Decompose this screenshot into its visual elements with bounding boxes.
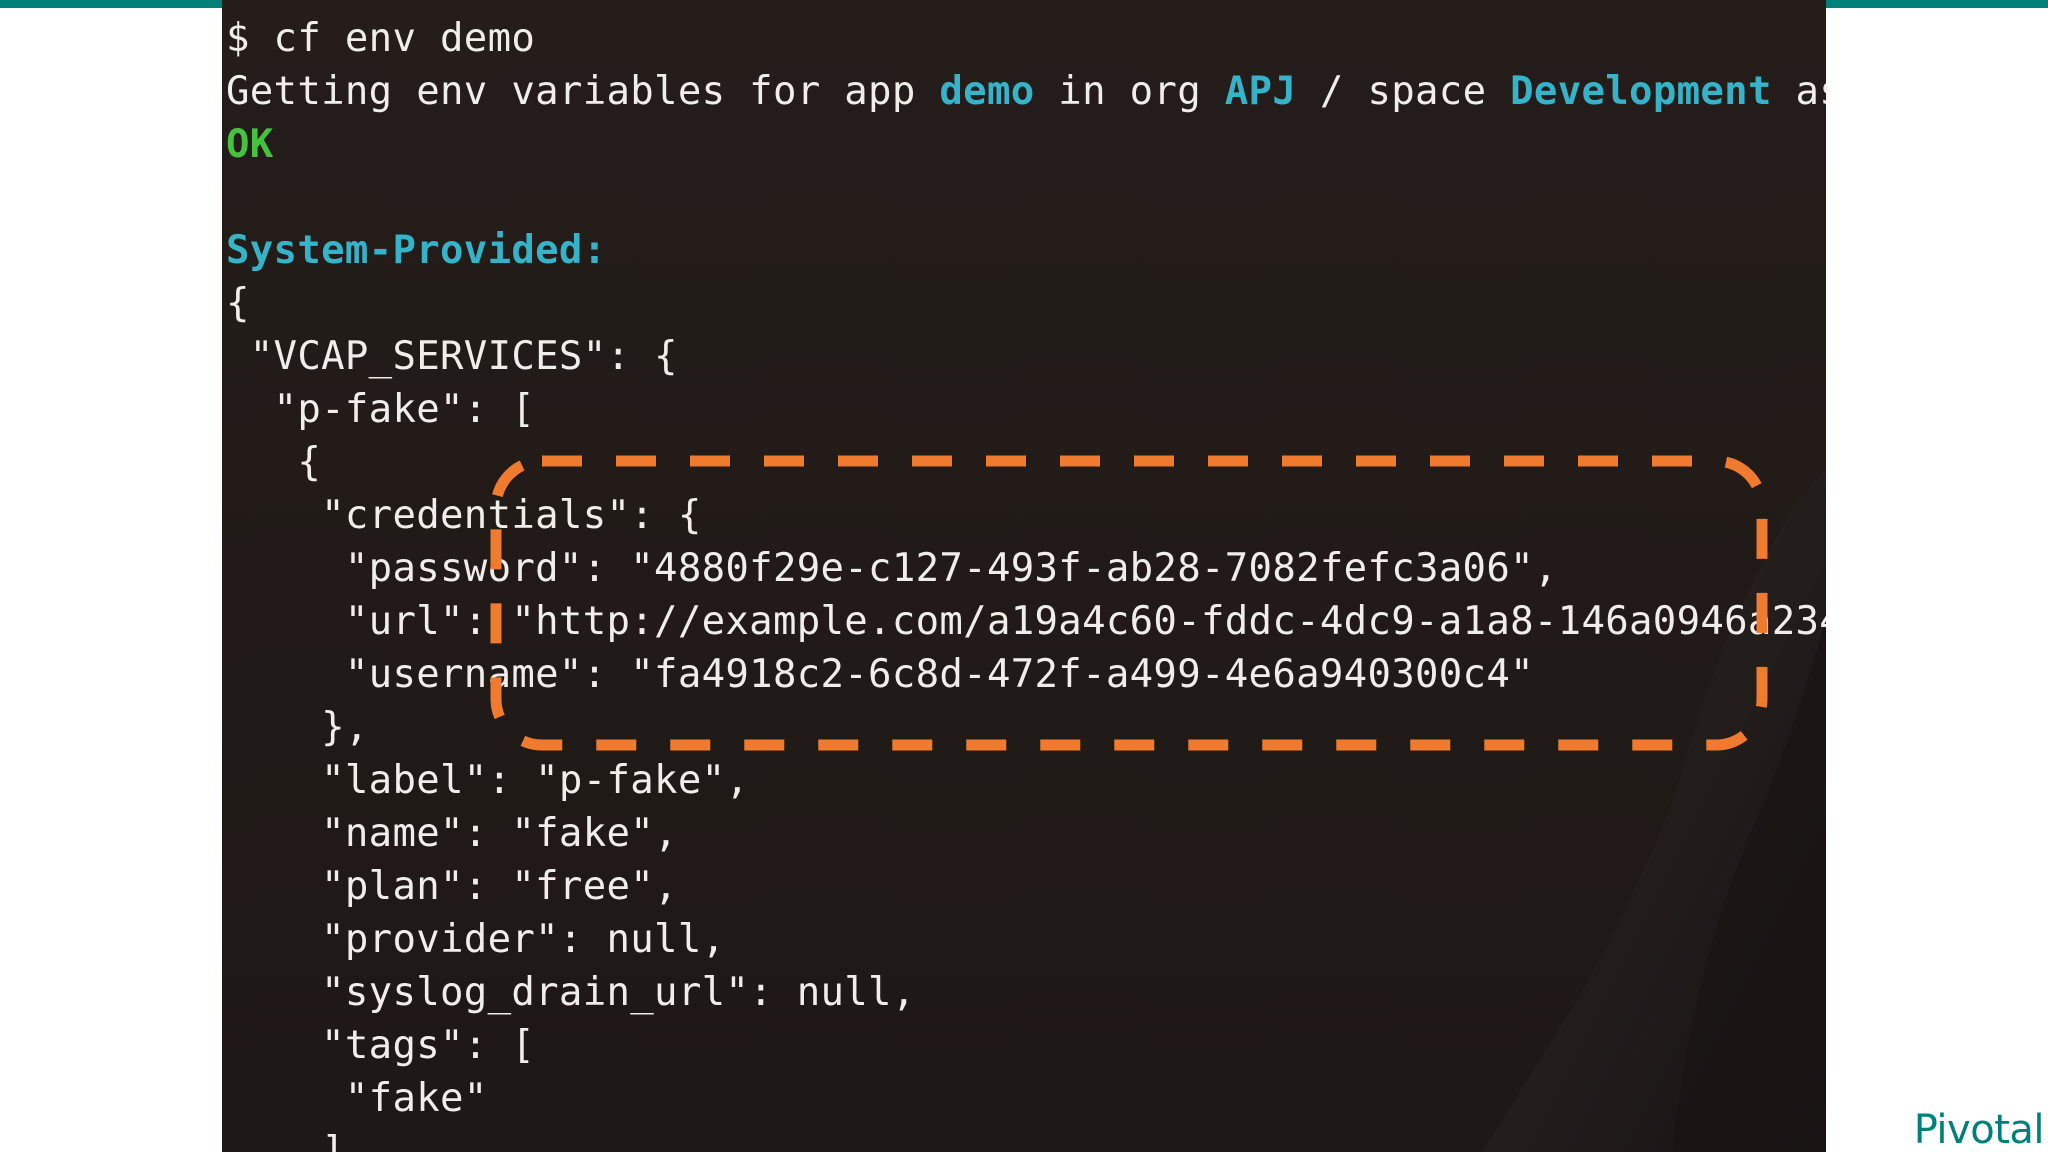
space-name: Development bbox=[1510, 69, 1772, 114]
json-line: "VCAP_SERVICES": { bbox=[226, 334, 678, 379]
json-line: "fake" bbox=[226, 1076, 488, 1121]
status-prefix: Getting env variables for app bbox=[226, 69, 940, 114]
terminal-window[interactable]: g j g $ cf env demo Getting env variable… bbox=[222, 0, 1826, 1152]
json-line: "provider": null, bbox=[226, 917, 726, 962]
org-name: APJ bbox=[1224, 69, 1297, 114]
json-line: "p-fake": [ bbox=[226, 387, 536, 432]
json-line: { bbox=[226, 440, 322, 485]
json-line: "password": "4880f29e-c127-493f-ab28-708… bbox=[226, 546, 1558, 591]
json-line: ] bbox=[226, 1129, 345, 1152]
json-line: "tags": [ bbox=[226, 1023, 536, 1068]
command-line: $ cf env demo bbox=[226, 16, 536, 61]
json-line: "label": "p-fake", bbox=[226, 758, 750, 803]
blank-line bbox=[226, 171, 1826, 224]
json-line: "name": "fake", bbox=[226, 811, 678, 856]
section-header: System-Provided: bbox=[226, 228, 607, 273]
status-space-sep: / space bbox=[1296, 69, 1511, 114]
json-line: }, bbox=[226, 705, 369, 750]
app-name: demo bbox=[939, 69, 1035, 114]
status-in-org: in org bbox=[1034, 69, 1225, 114]
json-line: "syslog_drain_url": null, bbox=[226, 970, 916, 1015]
status-line: Getting env variables for app demo in or… bbox=[226, 65, 1826, 118]
json-line: "credentials": { bbox=[226, 493, 702, 538]
json-line: "url": "http://example.com/a19a4c60-fddc… bbox=[226, 599, 1826, 644]
terminal-output: g j g $ cf env demo Getting env variable… bbox=[226, 4, 1826, 1152]
terminal-cutoff-line: g j g bbox=[226, 4, 1826, 12]
pivotal-logo: Pivotal bbox=[1913, 1107, 2045, 1152]
ok-status: OK bbox=[226, 122, 274, 167]
json-line: { bbox=[226, 281, 250, 326]
json-line: "username": "fa4918c2-6c8d-472f-a499-4e6… bbox=[226, 652, 1534, 697]
json-line: "plan": "free", bbox=[226, 864, 678, 909]
status-suffix: as bbox=[1795, 69, 1826, 114]
